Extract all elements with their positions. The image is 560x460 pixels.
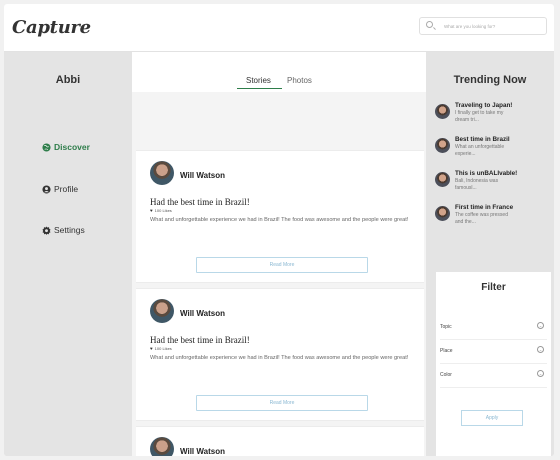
filter-topic[interactable]: Topic ⌄ xyxy=(440,316,547,340)
tab-photos[interactable]: Photos xyxy=(287,76,312,85)
tab-stories[interactable]: Stories xyxy=(246,76,271,85)
trending-item-title: Traveling to Japan! xyxy=(455,102,513,109)
filter-title: Filter xyxy=(481,282,506,293)
trending-title: Trending Now xyxy=(453,74,527,86)
chevron-down-icon: ⌄ xyxy=(537,346,544,353)
avatar[interactable] xyxy=(150,161,174,185)
chevron-down-icon: ⌄ xyxy=(537,370,544,377)
sidebar-item-settings[interactable]: Settings xyxy=(42,225,85,235)
read-more-button[interactable]: Read More xyxy=(196,257,368,273)
likes-count: 100 Likes xyxy=(154,346,172,351)
chevron-down-icon: ⌄ xyxy=(537,322,544,329)
avatar[interactable] xyxy=(150,437,174,456)
right-sidebar: Trending Now Traveling to Japan! I final… xyxy=(426,52,554,456)
trending-item[interactable]: This is unBALIvable! Bali, Indonesia was… xyxy=(432,170,550,202)
avatar xyxy=(435,206,450,221)
post-author[interactable]: Will Watson xyxy=(180,309,225,318)
trending-item-title: Best time in Brazil xyxy=(455,136,510,143)
sidebar-item-profile[interactable]: Profile xyxy=(42,184,78,194)
avatar xyxy=(435,104,450,119)
app-logo[interactable]: Capture xyxy=(12,17,91,38)
search-input[interactable] xyxy=(444,21,544,32)
user-name: Abbi xyxy=(55,74,81,86)
gear-icon xyxy=(42,225,51,235)
trending-item-snippet: The coffee was pressed and the... xyxy=(455,212,508,225)
trending-item-snippet: Bali, Indonesia was famousl... xyxy=(455,178,499,191)
post-author[interactable]: Will Watson xyxy=(180,447,225,456)
filter-label: Color xyxy=(440,372,452,378)
sidebar-item-label: Settings xyxy=(54,225,85,235)
post-excerpt: What and unforgettable experience we had… xyxy=(150,355,409,361)
apply-button[interactable]: Apply xyxy=(461,410,523,426)
avatar xyxy=(435,172,450,187)
feed-tabs: Stories Photos xyxy=(132,52,426,92)
avatar[interactable] xyxy=(150,299,174,323)
trending-item-title: This is unBALIvable! xyxy=(455,170,518,177)
filter-panel: Filter Topic ⌄ Place ⌄ Color ⌄ Apply xyxy=(436,272,551,456)
post-title[interactable]: Had the best time in Brazil! xyxy=(150,335,250,345)
heart-icon[interactable]: ♥ xyxy=(150,346,153,351)
sidebar-item-label: Discover xyxy=(54,142,90,152)
filter-place[interactable]: Place ⌄ xyxy=(440,340,547,364)
trending-item-snippet: I finally get to take my dream tri... xyxy=(455,110,504,123)
story-card: Will Watson Had the best time in Brazil!… xyxy=(136,150,424,283)
user-icon xyxy=(42,184,51,194)
trending-item[interactable]: Traveling to Japan! I finally get to tak… xyxy=(432,102,550,134)
filter-label: Place xyxy=(440,348,453,354)
app-window: Capture Abbi Discover Profile xyxy=(4,4,554,456)
trending-item-title: First time in France xyxy=(455,204,514,211)
post-author[interactable]: Will Watson xyxy=(180,171,225,180)
filter-label: Topic xyxy=(440,324,452,330)
left-sidebar: Abbi Discover Profile Settings xyxy=(4,52,132,456)
search-icon xyxy=(426,21,433,28)
post-likes: ♥ 100 Likes xyxy=(150,346,172,351)
post-likes: ♥ 100 Likes xyxy=(150,208,172,213)
post-title[interactable]: Had the best time in Brazil! xyxy=(150,197,250,207)
globe-icon xyxy=(42,142,51,152)
sidebar-item-discover[interactable]: Discover xyxy=(42,142,90,152)
story-card: Will Watson xyxy=(136,426,424,456)
stories-feed: Stories Photos Will Watson Had the best … xyxy=(132,52,426,456)
heart-icon[interactable]: ♥ xyxy=(150,208,153,213)
filter-color[interactable]: Color ⌄ xyxy=(440,364,547,388)
story-card: Will Watson Had the best time in Brazil!… xyxy=(136,288,424,421)
post-excerpt: What and unforgettable experience we had… xyxy=(150,217,409,223)
trending-item[interactable]: First time in France The coffee was pres… xyxy=(432,204,550,236)
likes-count: 100 Likes xyxy=(154,208,172,213)
read-more-button[interactable]: Read More xyxy=(196,395,368,411)
top-bar: Capture xyxy=(4,4,554,52)
search-box[interactable] xyxy=(419,17,547,35)
active-tab-indicator xyxy=(237,88,282,89)
avatar xyxy=(435,138,450,153)
trending-item[interactable]: Best time in Brazil What an unforgettabl… xyxy=(432,136,550,168)
sidebar-item-label: Profile xyxy=(54,184,79,194)
trending-item-snippet: What an unforgettable experie... xyxy=(455,144,505,157)
